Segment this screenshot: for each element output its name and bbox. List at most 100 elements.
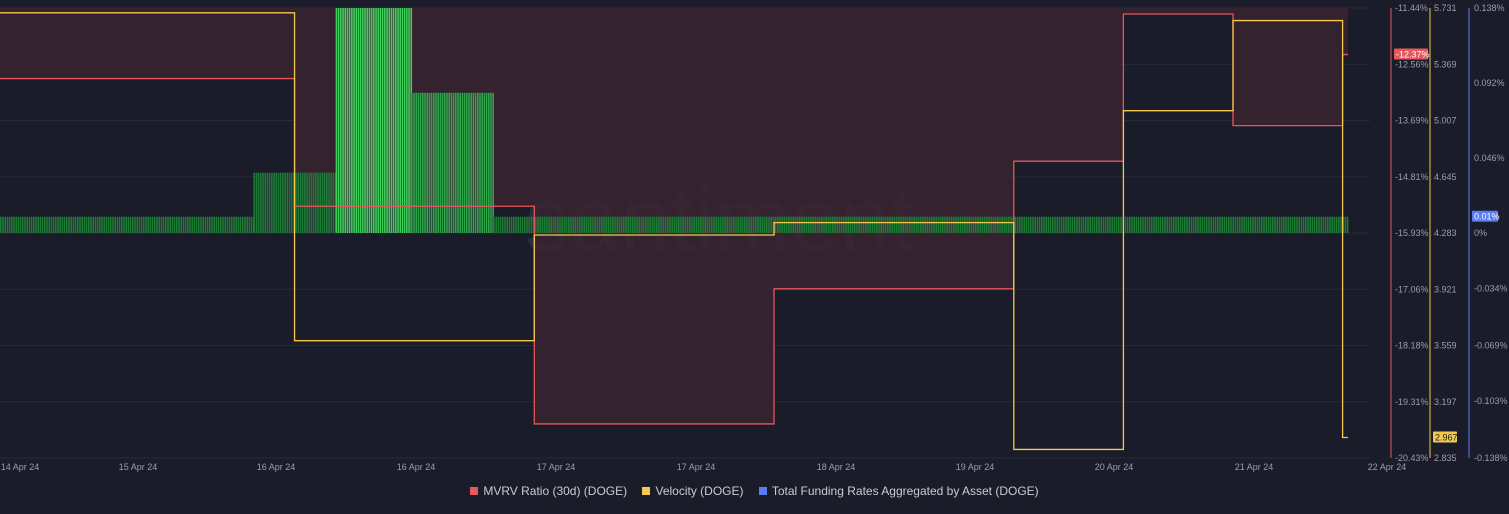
funding-bar <box>59 216 61 233</box>
funding-bar <box>948 216 951 233</box>
funding-bar <box>722 216 724 233</box>
funding-bar <box>211 216 213 233</box>
funding-bar <box>127 216 130 233</box>
funding-bar <box>1023 216 1025 233</box>
funding-bar <box>1010 216 1012 233</box>
funding-bar <box>28 216 31 233</box>
funding-bar <box>792 216 794 233</box>
funding-bar <box>299 172 302 233</box>
funding-bar <box>1212 216 1215 233</box>
funding-bar <box>933 216 935 233</box>
funding-bar <box>988 216 990 233</box>
funding-bar <box>413 92 415 233</box>
funding-bar <box>417 92 420 233</box>
x-tick-label: 19 Apr 24 <box>956 462 995 472</box>
funding-bar <box>312 172 315 233</box>
funding-bar <box>1324 216 1327 233</box>
funding-bar <box>953 216 955 233</box>
funding-bar <box>202 216 204 233</box>
funding-bar <box>1038 216 1041 233</box>
funding-bar <box>110 216 112 233</box>
funding-bar <box>607 216 610 233</box>
funding-bar <box>384 8 386 233</box>
funding-bar <box>1058 216 1061 233</box>
funding-bar <box>145 216 147 233</box>
funding-bar <box>388 8 391 233</box>
funding-bar <box>728 216 731 233</box>
funding-bar <box>898 216 900 233</box>
funding-bar <box>176 216 178 233</box>
funding-bar <box>366 8 369 233</box>
funding-bar <box>1179 216 1182 233</box>
funding-bar <box>1093 216 1096 233</box>
funding-bar <box>1203 216 1206 233</box>
legend-item-funding[interactable]: Total Funding Rates Aggregated by Asset … <box>758 484 1039 498</box>
funding-bar <box>623 216 625 233</box>
funding-bar <box>810 216 812 233</box>
funding-bar <box>485 92 488 233</box>
funding-bar <box>195 216 198 233</box>
funding-bar <box>1344 216 1347 233</box>
funding-bar <box>634 216 636 233</box>
funding-bar <box>733 216 735 233</box>
funding-bar <box>1340 216 1342 233</box>
funding-bar <box>1168 216 1171 233</box>
funding-bar <box>869 216 871 233</box>
funding-bar <box>1327 216 1329 233</box>
funding-bar <box>381 8 384 233</box>
funding-bar <box>330 172 333 233</box>
legend-item-mvrv[interactable]: MVRV Ratio (30d) (DOGE) <box>470 484 627 498</box>
funding-bar <box>392 8 395 233</box>
funding-bar <box>1236 216 1239 233</box>
funding-bar <box>411 92 413 233</box>
funding-bar <box>1036 216 1039 233</box>
funding-bar <box>1131 216 1133 233</box>
funding-bar <box>526 216 528 233</box>
funding-bar <box>618 216 621 233</box>
funding-bar <box>85 216 88 233</box>
funding-bar <box>603 216 605 233</box>
funding-bar <box>488 92 490 233</box>
funding-bar <box>1074 216 1076 233</box>
funding-bar <box>1258 216 1261 233</box>
funding-bar <box>424 92 426 233</box>
funding-bar <box>1206 216 1208 233</box>
funding-bar <box>1144 216 1146 233</box>
funding-bar <box>231 216 233 233</box>
funding-bar <box>1223 216 1226 233</box>
funding-bar <box>915 216 918 233</box>
funding-bar <box>8 216 11 233</box>
funding-bar <box>206 216 209 233</box>
funding-bar <box>1096 216 1098 233</box>
funding-bar <box>1177 216 1179 233</box>
funding-bar <box>1005 216 1008 233</box>
funding-bar <box>375 8 377 233</box>
funding-bar <box>156 216 158 233</box>
funding-bar <box>539 216 541 233</box>
funding-bar <box>1155 216 1157 233</box>
funding-bar <box>625 216 627 233</box>
funding-bar <box>997 216 999 233</box>
funding-bar <box>368 8 371 233</box>
funding-bar <box>288 172 291 233</box>
funding-bar <box>48 216 50 233</box>
funding-bar <box>563 216 566 233</box>
funding-bar <box>132 216 134 233</box>
funding-bar <box>1256 216 1259 233</box>
funding-bar <box>873 216 876 233</box>
funding-bar <box>697 216 700 233</box>
funding-bar <box>279 172 282 233</box>
funding-bar <box>502 216 504 233</box>
funding-bar <box>748 216 750 233</box>
funding-bar <box>1199 216 1201 233</box>
funding-bar <box>81 216 83 233</box>
funding-bar <box>433 92 435 233</box>
funding-bar <box>209 216 211 233</box>
funding-bar <box>1269 216 1272 233</box>
legend-item-velocity[interactable]: Velocity (DOGE) <box>642 484 744 498</box>
funding-bar <box>1164 216 1166 233</box>
funding-bar <box>1291 216 1294 233</box>
funding-bar <box>422 92 424 233</box>
funding-bar <box>441 92 444 233</box>
funding-bar <box>559 216 561 233</box>
